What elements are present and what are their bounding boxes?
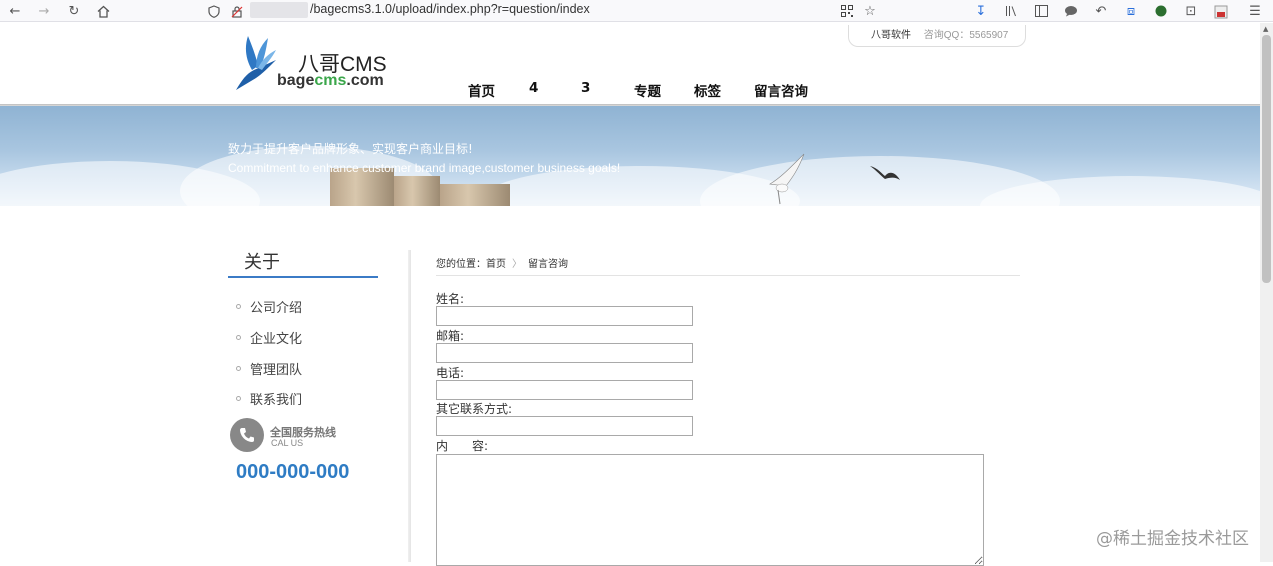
watermark: @稀土掘金技术社区 xyxy=(1096,529,1249,549)
nav-item-4[interactable]: 4 xyxy=(529,80,538,96)
banner-building xyxy=(440,184,510,206)
sidebar-item-culture[interactable]: 企业文化 xyxy=(236,328,302,347)
logo-domain-tld: .com xyxy=(346,72,384,89)
sidebar-toggle-icon[interactable] xyxy=(1032,2,1050,20)
sidebar-item-company-intro[interactable]: 公司介绍 xyxy=(236,297,302,316)
other-contact-field[interactable] xyxy=(436,416,693,436)
banner-building xyxy=(394,176,440,206)
bullet-icon xyxy=(236,396,241,401)
other-contact-label: 其它联系方式: xyxy=(436,402,513,416)
content-textarea[interactable] xyxy=(436,454,984,566)
breadcrumb-separator: 〉 xyxy=(512,259,522,270)
sidebar-item-label: 企业文化 xyxy=(250,332,303,347)
email-field[interactable] xyxy=(436,343,693,363)
hotline-label-en: CAL US xyxy=(271,438,304,448)
nav-item-3[interactable]: 3 xyxy=(581,80,590,96)
back-arrow-icon[interactable]: ← xyxy=(6,2,24,20)
chat-icon[interactable] xyxy=(1062,2,1080,20)
nav-item-guestbook[interactable]: 留言咨询 xyxy=(754,80,808,100)
sidebar-item-contact[interactable]: 联系我们 xyxy=(236,389,302,408)
top-info-tab: 八哥软件 咨询QQ：5565907 xyxy=(848,25,1026,47)
menu-icon[interactable]: ☰ xyxy=(1246,2,1264,20)
bullet-icon xyxy=(236,335,241,340)
name-label: 姓名: xyxy=(436,292,465,306)
bookmark-star-icon[interactable]: ☆ xyxy=(861,2,879,20)
qq-contact: 咨询QQ：5565907 xyxy=(923,30,1009,41)
home-icon[interactable] xyxy=(94,2,112,20)
seagull-icon xyxy=(769,153,805,205)
breadcrumb-divider xyxy=(436,275,1020,276)
scroll-thumb[interactable] xyxy=(1262,35,1271,283)
shield-icon xyxy=(205,2,223,20)
breadcrumb-current[interactable]: 留言咨询 xyxy=(528,259,568,270)
column-divider xyxy=(408,250,411,562)
bullet-icon xyxy=(236,366,241,371)
sidebar-item-team[interactable]: 管理团队 xyxy=(236,359,302,378)
reload-icon[interactable]: ↻ xyxy=(65,2,83,20)
extension-badge-icon[interactable] xyxy=(1212,2,1230,20)
phone-label: 电话: xyxy=(436,366,465,380)
insecure-lock-icon xyxy=(228,2,246,20)
bird-logo-icon xyxy=(236,36,276,90)
library-icon[interactable] xyxy=(1002,2,1020,20)
email-label: 邮箱: xyxy=(436,329,465,343)
slogan-english: Commitment to enhance customer brand ima… xyxy=(228,161,621,175)
seagull-icon xyxy=(870,166,900,180)
site-header xyxy=(0,23,1260,106)
scroll-up-icon[interactable]: ▲ xyxy=(1263,25,1268,33)
url-redacted-block xyxy=(250,2,308,18)
sidebar-title-underline xyxy=(228,276,378,278)
nav-item-topics[interactable]: 专题 xyxy=(634,80,661,100)
sidebar-item-label: 联系我们 xyxy=(250,393,303,408)
breadcrumb: 您的位置：首页〉留言咨询 xyxy=(436,255,568,270)
phone-field[interactable] xyxy=(436,380,693,400)
logo-domain[interactable]: bagecms.com xyxy=(277,72,384,90)
bullet-icon xyxy=(236,304,241,309)
content-label: 内 容: xyxy=(436,439,489,453)
breadcrumb-home-link[interactable]: 首页 xyxy=(486,259,506,270)
nav-item-home[interactable]: 首页 xyxy=(468,80,495,100)
logo-domain-accent: cms xyxy=(314,72,347,89)
sidebar-item-label: 管理团队 xyxy=(250,363,303,378)
undo-icon[interactable]: ↶ xyxy=(1092,2,1110,20)
name-field[interactable] xyxy=(436,306,693,326)
extension-green-icon[interactable] xyxy=(1152,2,1170,20)
hero-banner: 致力于提升客户品牌形象、实现客户商业目标! Commitment to enha… xyxy=(0,106,1260,206)
hotline-number: 000-000-000 xyxy=(236,461,350,483)
crop-screenshot-icon[interactable]: ⧈ xyxy=(1122,2,1140,20)
sidebar-item-label: 公司介绍 xyxy=(250,301,303,316)
page-scrollbar[interactable]: ▲ xyxy=(1260,23,1273,562)
download-icon[interactable]: ↧ xyxy=(972,2,990,20)
nav-item-tags[interactable]: 标签 xyxy=(694,80,721,100)
slogan-chinese: 致力于提升客户品牌形象、实现客户商业目标! xyxy=(228,142,473,156)
logo-domain-part: bage xyxy=(277,72,315,89)
browser-toolbar: ← → ↻ /bagecms3.1.0/upload/index.php?r=q… xyxy=(0,0,1273,22)
sidebar-title: 关于 xyxy=(244,252,280,273)
breadcrumb-prefix: 您的位置： xyxy=(436,259,486,270)
crop-icon[interactable]: ⊡ xyxy=(1182,2,1200,20)
qr-code-icon[interactable] xyxy=(838,2,856,20)
phone-icon xyxy=(230,418,264,452)
url-text[interactable]: /bagecms3.1.0/upload/index.php?r=questio… xyxy=(310,2,590,16)
forward-arrow-icon[interactable]: → xyxy=(35,2,53,20)
company-name: 八哥软件 xyxy=(871,30,911,41)
